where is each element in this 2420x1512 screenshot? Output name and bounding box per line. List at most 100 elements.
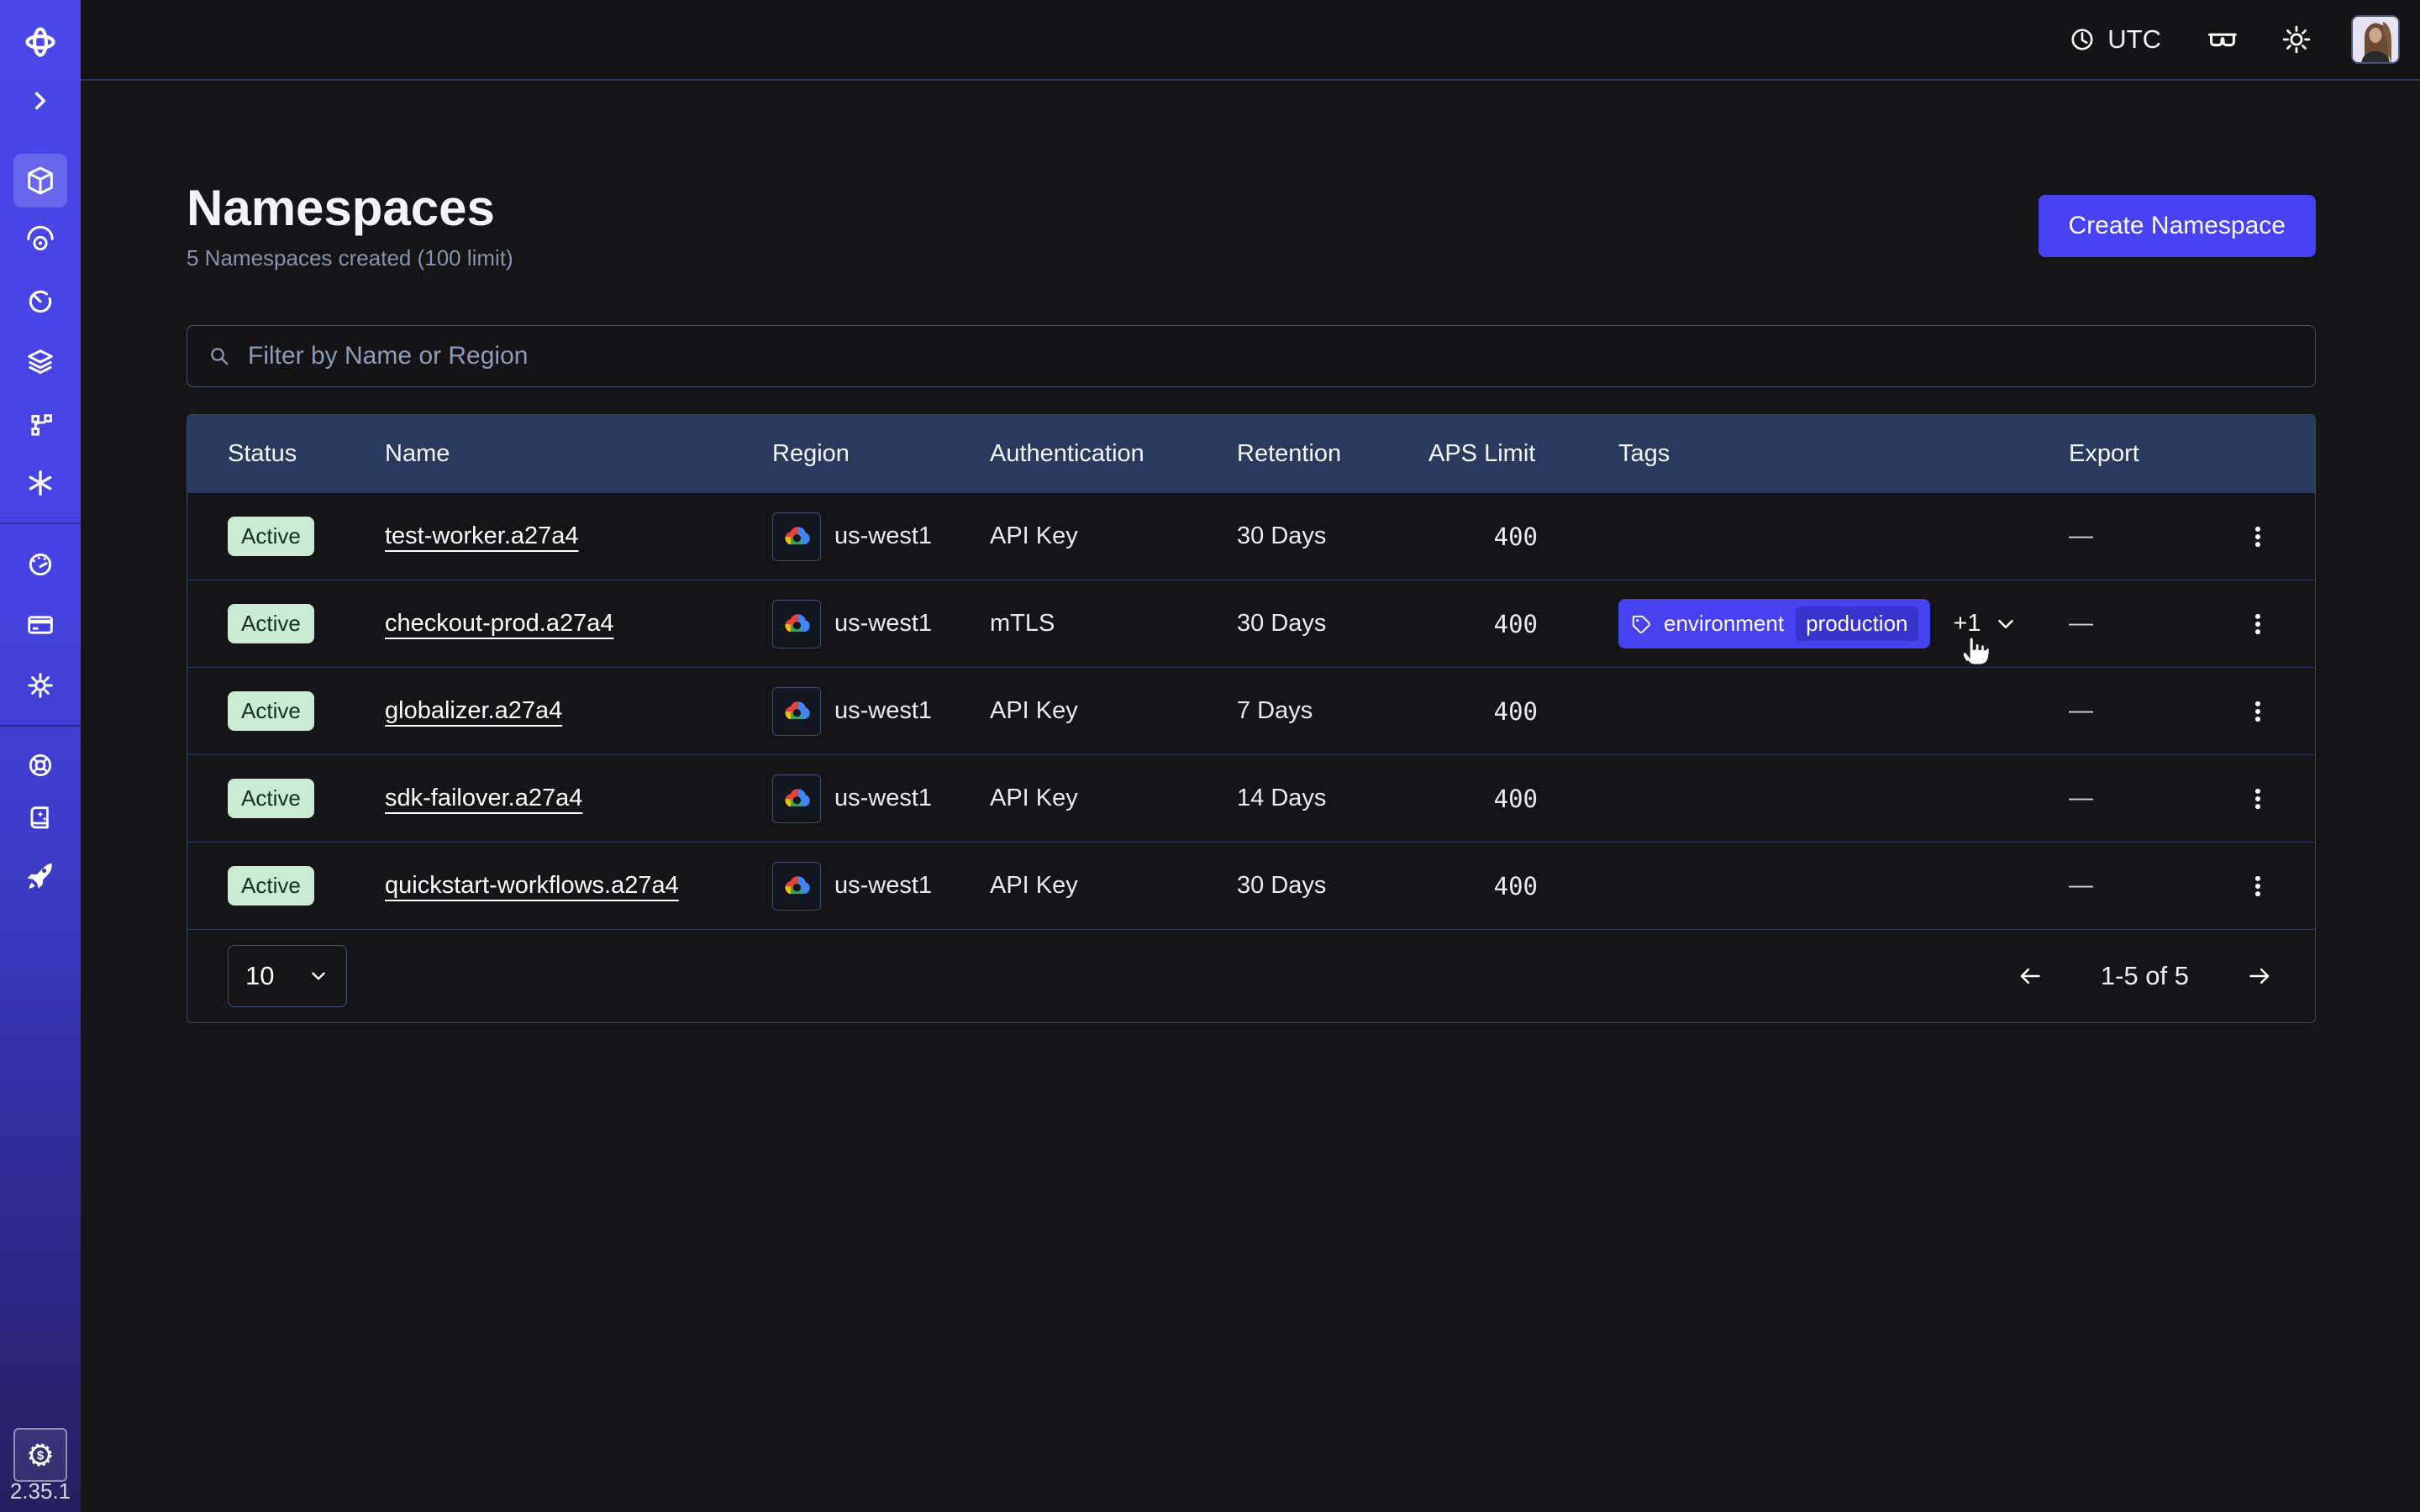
status-badge: Active — [228, 604, 314, 643]
pagination: 1-5 of 5 — [2015, 960, 2275, 992]
col-name: Name — [385, 440, 772, 468]
row-actions-button[interactable] — [2241, 869, 2275, 903]
arrow-left-icon — [2015, 960, 2047, 992]
sidebar-divider — [0, 522, 81, 524]
namespace-link[interactable]: checkout-prod.a27a4 — [385, 610, 613, 638]
namespace-link[interactable]: sdk-failover.a27a4 — [385, 785, 582, 812]
next-page-button[interactable] — [2243, 960, 2275, 992]
tags-more-count: +1 — [1954, 610, 1981, 638]
sidebar-item-batch[interactable] — [0, 466, 81, 500]
temporal-logo-icon[interactable] — [0, 24, 81, 60]
row-actions-button[interactable] — [2241, 607, 2275, 641]
sidebar-item-workflows[interactable] — [0, 406, 81, 439]
tag-icon — [1630, 613, 1652, 635]
chevron-down-icon — [308, 965, 329, 987]
col-authentication: Authentication — [990, 440, 1237, 468]
sidebar-item-usage[interactable] — [0, 548, 81, 581]
region-label: us-west1 — [834, 522, 932, 550]
gauge-icon — [24, 548, 57, 581]
auth-value: API Key — [990, 697, 1237, 725]
sidebar-item-insights[interactable] — [0, 224, 81, 258]
row-actions-button[interactable] — [2241, 695, 2275, 728]
sidebar-item-schedules[interactable] — [0, 285, 81, 318]
tags-expand-button[interactable]: +1 — [1949, 609, 2023, 638]
user-avatar[interactable] — [2351, 15, 2400, 64]
lifebuoy-icon — [24, 748, 57, 782]
book-sparkle-icon — [24, 802, 57, 836]
topbar: UTC — [81, 0, 2420, 81]
gcp-region-icon — [772, 512, 821, 561]
tag-key: environment — [1664, 611, 1784, 637]
namespace-link[interactable]: test-worker.a27a4 — [385, 522, 579, 550]
table-row: Active sdk-failover.a27a4 us-west1 API K… — [187, 754, 2315, 842]
aps-limit-value: 400 — [1428, 522, 1538, 551]
row-actions-button[interactable] — [2241, 782, 2275, 816]
col-aps-limit: APS Limit — [1428, 440, 1538, 468]
sidebar-item-namespaces[interactable] — [13, 154, 67, 207]
gear-icon — [24, 669, 57, 702]
table-row: Active globalizer.a27a4 us-west1 API Key… — [187, 667, 2315, 754]
gcp-region-icon — [772, 600, 821, 648]
col-retention: Retention — [1237, 440, 1428, 468]
region-label: us-west1 — [834, 697, 932, 725]
sidebar-item-billing[interactable] — [0, 608, 81, 642]
app-canvas: $ 2.35.1 UTC — [0, 0, 2420, 1512]
page-size-value: 10 — [245, 961, 274, 991]
labs-glasses-button[interactable] — [2203, 20, 2242, 59]
create-namespace-button[interactable]: Create Namespace — [2039, 195, 2316, 257]
retention-value: 30 Days — [1237, 522, 1428, 550]
filter-input[interactable] — [246, 341, 2296, 371]
glasses-icon — [2203, 20, 2242, 59]
table-header: Status Name Region Authentication Retent… — [187, 415, 2315, 492]
col-export: Export — [2069, 440, 2228, 468]
rocket-icon — [24, 858, 57, 891]
theme-toggle-button[interactable] — [2279, 22, 2314, 57]
filter-bar — [187, 325, 2316, 387]
sidebar-item-settings[interactable] — [0, 669, 81, 702]
retention-value: 30 Days — [1237, 610, 1428, 638]
export-value: — — [2069, 610, 2228, 638]
avatar-photo — [2353, 17, 2400, 64]
sidebar-item-deployments[interactable] — [0, 345, 81, 379]
credit-card-icon — [24, 608, 57, 642]
sidebar: $ 2.35.1 — [0, 0, 81, 1512]
timezone-label: UTC — [2107, 24, 2161, 55]
gcp-region-icon — [772, 862, 821, 911]
asterisk-icon — [24, 466, 57, 500]
row-actions-button[interactable] — [2241, 520, 2275, 554]
kebab-menu-icon — [2241, 782, 2275, 816]
region-label: us-west1 — [834, 610, 932, 638]
timezone-selector[interactable]: UTC — [2062, 24, 2166, 55]
kebab-menu-icon — [2241, 520, 2275, 554]
namespace-link[interactable]: quickstart-workflows.a27a4 — [385, 872, 679, 900]
export-value: — — [2069, 697, 2228, 725]
namespace-link[interactable]: globalizer.a27a4 — [385, 697, 562, 725]
aps-limit-value: 400 — [1428, 697, 1538, 726]
aps-limit-value: 400 — [1428, 872, 1538, 900]
page-title: Namespaces — [187, 181, 2316, 235]
eye-orbit-icon — [24, 224, 57, 258]
tag-value: production — [1796, 606, 1918, 641]
retention-value: 7 Days — [1237, 697, 1428, 725]
page-size-select[interactable]: 10 — [228, 945, 347, 1007]
chevron-down-icon — [1993, 612, 2018, 637]
layers-icon — [24, 345, 57, 379]
pagination-range: 1-5 of 5 — [2101, 961, 2189, 991]
tag-pill[interactable]: environment production — [1618, 599, 1930, 648]
auth-value: API Key — [990, 872, 1237, 900]
status-badge: Active — [228, 691, 314, 731]
region-label: us-west1 — [834, 872, 932, 900]
export-value: — — [2069, 785, 2228, 812]
pricing-button[interactable]: $ — [13, 1428, 67, 1482]
col-region: Region — [772, 440, 990, 468]
status-badge: Active — [228, 866, 314, 906]
prev-page-button[interactable] — [2015, 960, 2047, 992]
sidebar-item-getting-started[interactable] — [0, 858, 81, 891]
auth-value: API Key — [990, 785, 1237, 812]
svg-text:$: $ — [37, 1449, 45, 1463]
app-version: 2.35.1 — [0, 1478, 81, 1504]
sidebar-item-docs[interactable] — [0, 802, 81, 836]
sidebar-item-support[interactable] — [0, 748, 81, 782]
main-content: Namespaces 5 Namespaces created (100 lim… — [81, 82, 2420, 1512]
sidebar-expand-chevron-icon[interactable] — [0, 84, 81, 118]
